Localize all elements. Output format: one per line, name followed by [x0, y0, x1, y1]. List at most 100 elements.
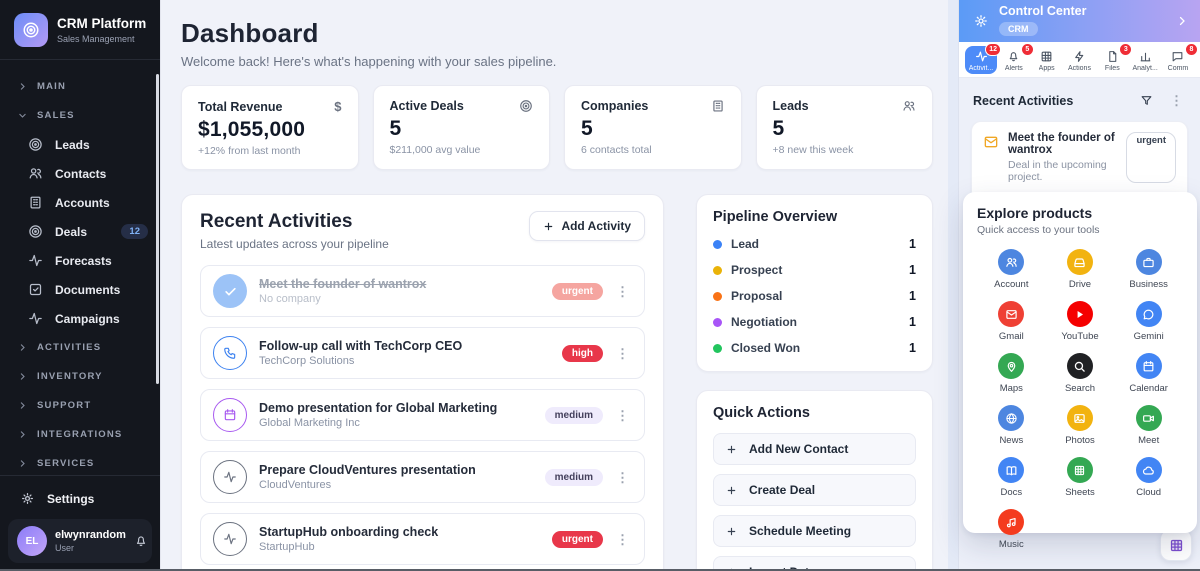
sidebar-item-documents[interactable]: Documents [0, 275, 160, 304]
pipeline-title: Pipeline Overview [713, 209, 916, 225]
tab-activities[interactable]: Activit... 12 [965, 46, 997, 74]
calendar-icon [1136, 353, 1162, 379]
sidebar: CRM Platform Sales Management MAIN SALES… [0, 0, 160, 571]
message-circle-icon [1136, 301, 1162, 327]
activity-row[interactable]: Follow-up call with TechCorp CEO TechCor… [200, 327, 645, 379]
tab-analytics[interactable]: Analyt... [1129, 46, 1161, 74]
explore-title: Explore products [977, 205, 1183, 221]
image-icon [1067, 405, 1093, 431]
pipeline-stage-prospect: Prospect 1 [713, 263, 916, 277]
stat-sub: +12% from last month [198, 145, 342, 157]
product-news[interactable]: News [977, 402, 1046, 449]
sidebar-item-leads[interactable]: Leads [0, 130, 160, 159]
sidebar-section-integrations[interactable]: INTEGRATIONS [0, 420, 160, 449]
add-new-contact-button[interactable]: Add New Contact [713, 433, 916, 465]
app-logo-icon [14, 13, 48, 47]
product-music[interactable]: Music [977, 506, 1046, 553]
hard-drive-icon [1067, 249, 1093, 275]
product-sheets[interactable]: Sheets [1046, 454, 1115, 501]
product-search[interactable]: Search [1046, 350, 1115, 397]
kebab-menu-icon[interactable]: ⋮ [613, 531, 632, 548]
check-icon[interactable] [213, 274, 247, 308]
tab-actions[interactable]: Actions [1063, 46, 1095, 74]
product-photos[interactable]: Photos [1046, 402, 1115, 449]
stage-dot [713, 240, 722, 249]
check-square-icon [28, 282, 43, 297]
product-maps[interactable]: Maps [977, 350, 1046, 397]
kebab-menu-icon[interactable]: ⋮ [613, 345, 632, 362]
kebab-menu-icon[interactable]: ⋮ [1167, 92, 1186, 109]
chevron-right-icon[interactable] [1176, 15, 1188, 27]
kebab-menu-icon[interactable]: ⋮ [613, 283, 632, 300]
filter-icon[interactable] [1140, 94, 1153, 107]
product-docs[interactable]: Docs [977, 454, 1046, 501]
pipeline-overview-card: Pipeline Overview Lead 1 Prospect 1 P [696, 194, 933, 372]
stat-card-active-deals: Active Deals 5 $211,000 avg value [373, 85, 551, 170]
sidebar-item-deals[interactable]: Deals 12 [0, 217, 160, 246]
user-name: elwynrandom [55, 529, 126, 542]
chevron-down-icon [18, 111, 27, 120]
product-gemini[interactable]: Gemini [1114, 298, 1183, 345]
chevron-right-icon [18, 343, 27, 352]
app-name: CRM Platform [57, 16, 146, 32]
sidebar-item-settings[interactable]: Settings [0, 482, 160, 515]
scrollbar-track[interactable] [948, 0, 958, 571]
tab-badge: 8 [1185, 43, 1198, 56]
create-deal-button[interactable]: Create Deal [713, 474, 916, 506]
crm-badge: CRM [999, 22, 1038, 36]
product-cloud[interactable]: Cloud [1114, 454, 1183, 501]
product-account[interactable]: Account [977, 246, 1046, 293]
tab-comm[interactable]: Comm 8 [1162, 46, 1194, 74]
calendar-icon [213, 398, 247, 432]
sidebar-section-main[interactable]: MAIN [0, 72, 160, 101]
book-open-icon [998, 457, 1024, 483]
activity-icon [213, 522, 247, 556]
activity-row[interactable]: Prepare CloudVentures presentation Cloud… [200, 451, 645, 503]
tab-alerts[interactable]: Alerts 5 [998, 46, 1030, 74]
stage-dot [713, 292, 722, 301]
pipeline-stage-lead: Lead 1 [713, 237, 916, 251]
product-business[interactable]: Business [1114, 246, 1183, 293]
sidebar-item-forecasts[interactable]: Forecasts [0, 246, 160, 275]
schedule-meeting-button[interactable]: Schedule Meeting [713, 515, 916, 547]
sidebar-section-support[interactable]: SUPPORT [0, 391, 160, 420]
sidebar-section-services[interactable]: SERVICES [0, 449, 160, 475]
sidebar-nav: MAIN SALES Leads Contacts Accounts Deals… [0, 60, 160, 475]
product-calendar[interactable]: Calendar [1114, 350, 1183, 397]
kebab-menu-icon[interactable]: ⋮ [613, 469, 632, 486]
add-activity-button[interactable]: Add Activity [529, 211, 645, 241]
kebab-menu-icon[interactable]: ⋮ [613, 407, 632, 424]
map-pin-icon [998, 353, 1024, 379]
sidebar-item-contacts[interactable]: Contacts [0, 159, 160, 188]
stage-dot [713, 344, 722, 353]
product-meet[interactable]: Meet [1114, 402, 1183, 449]
product-drive[interactable]: Drive [1046, 246, 1115, 293]
stat-value: 5 [581, 117, 725, 141]
tab-apps[interactable]: Apps [1031, 46, 1063, 74]
chevron-right-icon [18, 372, 27, 381]
activity-row[interactable]: StartupHub onboarding check StartupHub u… [200, 513, 645, 565]
activity-row[interactable]: Meet the founder of wantrox No company u… [200, 265, 645, 317]
sidebar-section-activities[interactable]: ACTIVITIES [0, 333, 160, 362]
sidebar-item-accounts[interactable]: Accounts [0, 188, 160, 217]
gear-icon[interactable] [973, 13, 989, 29]
sidebar-section-sales[interactable]: SALES [0, 101, 160, 130]
activity-row[interactable]: Demo presentation for Global Marketing G… [200, 389, 645, 441]
recent-activities-card: Recent Activities Latest updates across … [181, 194, 664, 571]
stage-dot [713, 318, 722, 327]
tab-files[interactable]: Files 3 [1096, 46, 1128, 74]
user-role: User [55, 543, 126, 553]
bell-icon[interactable] [134, 534, 148, 548]
phone-icon [213, 336, 247, 370]
cloud-icon [1136, 457, 1162, 483]
sidebar-item-campaigns[interactable]: Campaigns [0, 304, 160, 333]
user-card[interactable]: EL elwynrandom User [8, 519, 152, 563]
product-youtube[interactable]: YouTube [1046, 298, 1115, 345]
explore-subtitle: Quick access to your tools [977, 224, 1183, 236]
sidebar-scrollbar[interactable] [156, 74, 159, 384]
product-gmail[interactable]: Gmail [977, 298, 1046, 345]
priority-badge: urgent [552, 531, 603, 548]
globe-icon [998, 405, 1024, 431]
sidebar-section-inventory[interactable]: INVENTORY [0, 362, 160, 391]
stat-sub: +8 new this week [773, 144, 917, 156]
